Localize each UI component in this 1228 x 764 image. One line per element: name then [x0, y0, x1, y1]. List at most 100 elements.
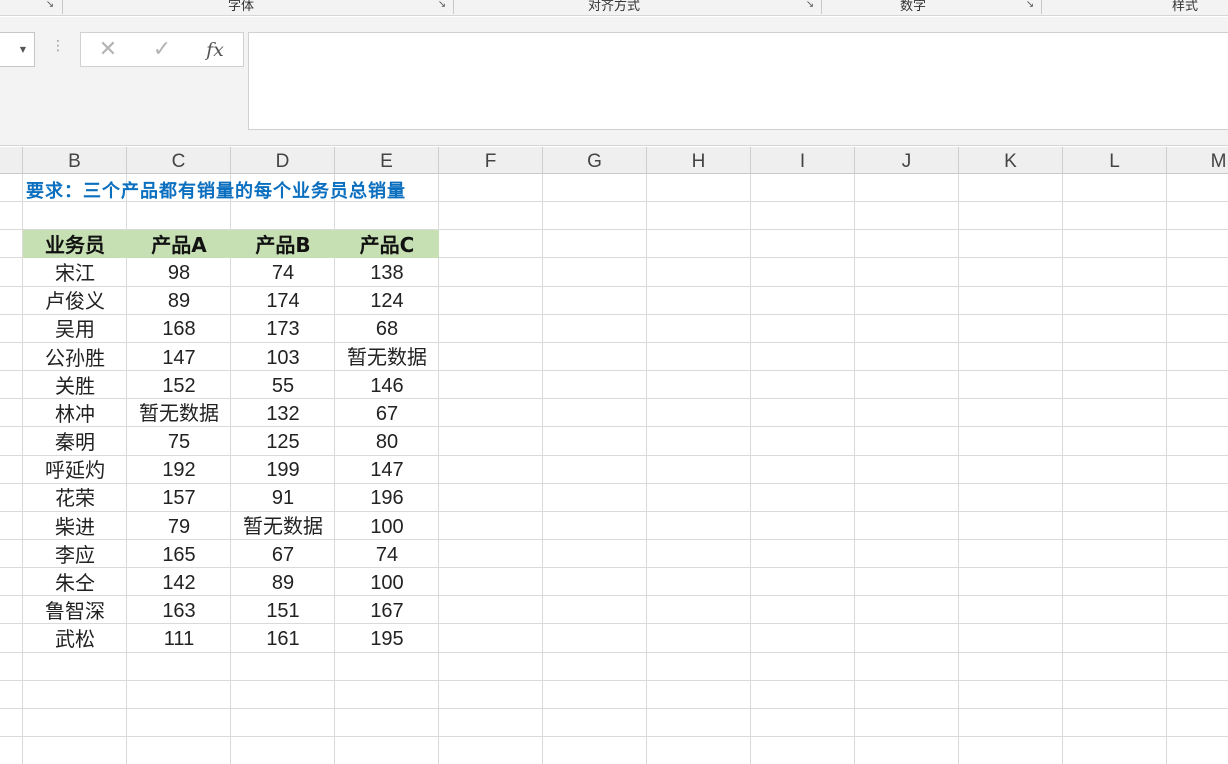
salesperson-cell[interactable]: 呼延灼	[23, 455, 127, 483]
font-dialog-launcher-icon[interactable]: ↘	[436, 0, 448, 12]
sales-value-cell[interactable]: 147	[335, 455, 439, 483]
formula-input[interactable]	[248, 32, 1228, 130]
sales-value-cell[interactable]: 75	[127, 427, 231, 455]
sales-value-cell[interactable]: 67	[335, 399, 439, 427]
sales-value-cell[interactable]: 152	[127, 371, 231, 399]
column-header-g[interactable]: G	[543, 147, 647, 174]
table-header-product-b[interactable]: 产品B	[231, 230, 335, 258]
name-box[interactable]: ▼	[0, 32, 35, 67]
ribbon-group-font-label: 字体	[228, 0, 255, 14]
ribbon-separator	[821, 0, 822, 14]
formula-bar: ▼ ⋮ ✕ ✓ fx	[0, 17, 1228, 146]
sales-value-cell[interactable]: 157	[127, 483, 231, 511]
salesperson-cell[interactable]: 花荣	[23, 483, 127, 511]
sales-value-cell[interactable]: 147	[127, 343, 231, 371]
worksheet-grid[interactable]: 要求：三个产品都有销量的每个业务员总销量 业务员 产品A 产品B 产品C 宋江 9…	[0, 174, 1228, 764]
salesperson-cell[interactable]: 鲁智深	[23, 596, 127, 624]
chevron-down-icon[interactable]: ▼	[20, 45, 26, 54]
salesperson-cell[interactable]: 宋江	[23, 258, 127, 286]
sales-value-cell[interactable]: 163	[127, 596, 231, 624]
ribbon-group-labels: ↘ 字体 ↘ 对齐方式 ↘ 数字 ↘ 样式	[0, 0, 1228, 16]
grid-column-line	[542, 174, 543, 764]
column-headers: B C D E F G H I J K L M	[0, 147, 1228, 174]
ribbon-separator	[62, 0, 63, 14]
sales-value-cell[interactable]: 89	[127, 286, 231, 314]
sales-value-cell[interactable]: 91	[231, 483, 335, 511]
sales-value-cell[interactable]: 196	[335, 483, 439, 511]
sales-value-cell[interactable]: 100	[335, 568, 439, 596]
salesperson-cell[interactable]: 林冲	[23, 399, 127, 427]
sales-value-cell[interactable]: 161	[231, 624, 335, 652]
column-header-l[interactable]: L	[1063, 147, 1167, 174]
sales-value-cell[interactable]: 74	[335, 540, 439, 568]
column-header-m[interactable]: M	[1167, 147, 1228, 174]
column-header-j[interactable]: J	[855, 147, 959, 174]
sales-value-cell[interactable]: 100	[335, 512, 439, 540]
column-header-k[interactable]: K	[959, 147, 1063, 174]
sales-value-cell[interactable]: 80	[335, 427, 439, 455]
sales-value-cell[interactable]: 195	[335, 624, 439, 652]
column-header-c[interactable]: C	[127, 147, 231, 174]
sales-value-cell[interactable]: 103	[231, 343, 335, 371]
column-header-e[interactable]: E	[335, 147, 439, 174]
sales-value-cell[interactable]: 暂无数据	[335, 343, 439, 371]
salesperson-cell[interactable]: 柴进	[23, 512, 127, 540]
sales-value-cell[interactable]: 165	[127, 540, 231, 568]
sales-value-cell[interactable]: 138	[335, 258, 439, 286]
sales-value-cell[interactable]: 79	[127, 512, 231, 540]
sales-value-cell[interactable]: 67	[231, 540, 335, 568]
column-header-f[interactable]: F	[439, 147, 543, 174]
sales-value-cell[interactable]: 199	[231, 455, 335, 483]
sales-value-cell[interactable]: 146	[335, 371, 439, 399]
formula-bar-grip-icon[interactable]: ⋮	[51, 39, 65, 53]
close-icon[interactable]: ✕	[94, 37, 122, 63]
sales-value-cell[interactable]: 173	[231, 314, 335, 342]
grid-column-line	[1062, 174, 1063, 764]
column-header-partial[interactable]	[0, 147, 23, 174]
sales-value-cell[interactable]: 142	[127, 568, 231, 596]
salesperson-cell[interactable]: 吴用	[23, 314, 127, 342]
ribbon-group-number-label: 数字	[900, 0, 927, 14]
salesperson-cell[interactable]: 李应	[23, 540, 127, 568]
salesperson-cell[interactable]: 朱仝	[23, 568, 127, 596]
sales-value-cell[interactable]: 151	[231, 596, 335, 624]
sales-value-cell[interactable]: 174	[231, 286, 335, 314]
number-dialog-launcher-icon[interactable]: ↘	[1024, 0, 1036, 12]
salesperson-cell[interactable]: 公孙胜	[23, 343, 127, 371]
sales-value-cell[interactable]: 74	[231, 258, 335, 286]
grid-row-line	[0, 679, 1228, 681]
column-header-h[interactable]: H	[647, 147, 751, 174]
sales-value-cell[interactable]: 124	[335, 286, 439, 314]
sheet-title[interactable]: 要求：三个产品都有销量的每个业务员总销量	[26, 177, 406, 203]
salesperson-cell[interactable]: 秦明	[23, 427, 127, 455]
dialog-launcher-icon[interactable]: ↘	[44, 0, 56, 12]
check-icon[interactable]: ✓	[148, 37, 176, 63]
insert-function-button[interactable]: fx	[201, 37, 229, 63]
sales-value-cell[interactable]: 89	[231, 568, 335, 596]
sales-value-cell[interactable]: 55	[231, 371, 335, 399]
grid-column-line	[750, 174, 751, 764]
sales-value-cell[interactable]: 192	[127, 455, 231, 483]
sales-value-cell[interactable]: 132	[231, 399, 335, 427]
table-header-product-a[interactable]: 产品A	[127, 230, 231, 258]
sales-value-cell[interactable]: 167	[335, 596, 439, 624]
column-header-i[interactable]: I	[751, 147, 855, 174]
sales-value-cell[interactable]: 168	[127, 314, 231, 342]
column-header-b[interactable]: B	[23, 147, 127, 174]
salesperson-cell[interactable]: 关胜	[23, 371, 127, 399]
alignment-dialog-launcher-icon[interactable]: ↘	[804, 0, 816, 12]
sales-value-cell[interactable]: 暂无数据	[127, 399, 231, 427]
table-header-product-c[interactable]: 产品C	[335, 230, 439, 258]
sales-value-cell[interactable]: 98	[127, 258, 231, 286]
grid-column-line	[958, 174, 959, 764]
sales-value-cell[interactable]: 暂无数据	[231, 512, 335, 540]
table-header-salesperson[interactable]: 业务员	[23, 230, 127, 258]
grid-row-line	[0, 736, 1228, 737]
salesperson-cell[interactable]: 卢俊义	[23, 286, 127, 314]
ribbon-separator	[1041, 0, 1042, 14]
sales-value-cell[interactable]: 68	[335, 314, 439, 342]
salesperson-cell[interactable]: 武松	[23, 624, 127, 652]
sales-value-cell[interactable]: 125	[231, 427, 335, 455]
column-header-d[interactable]: D	[231, 147, 335, 174]
sales-value-cell[interactable]: 111	[127, 624, 231, 652]
